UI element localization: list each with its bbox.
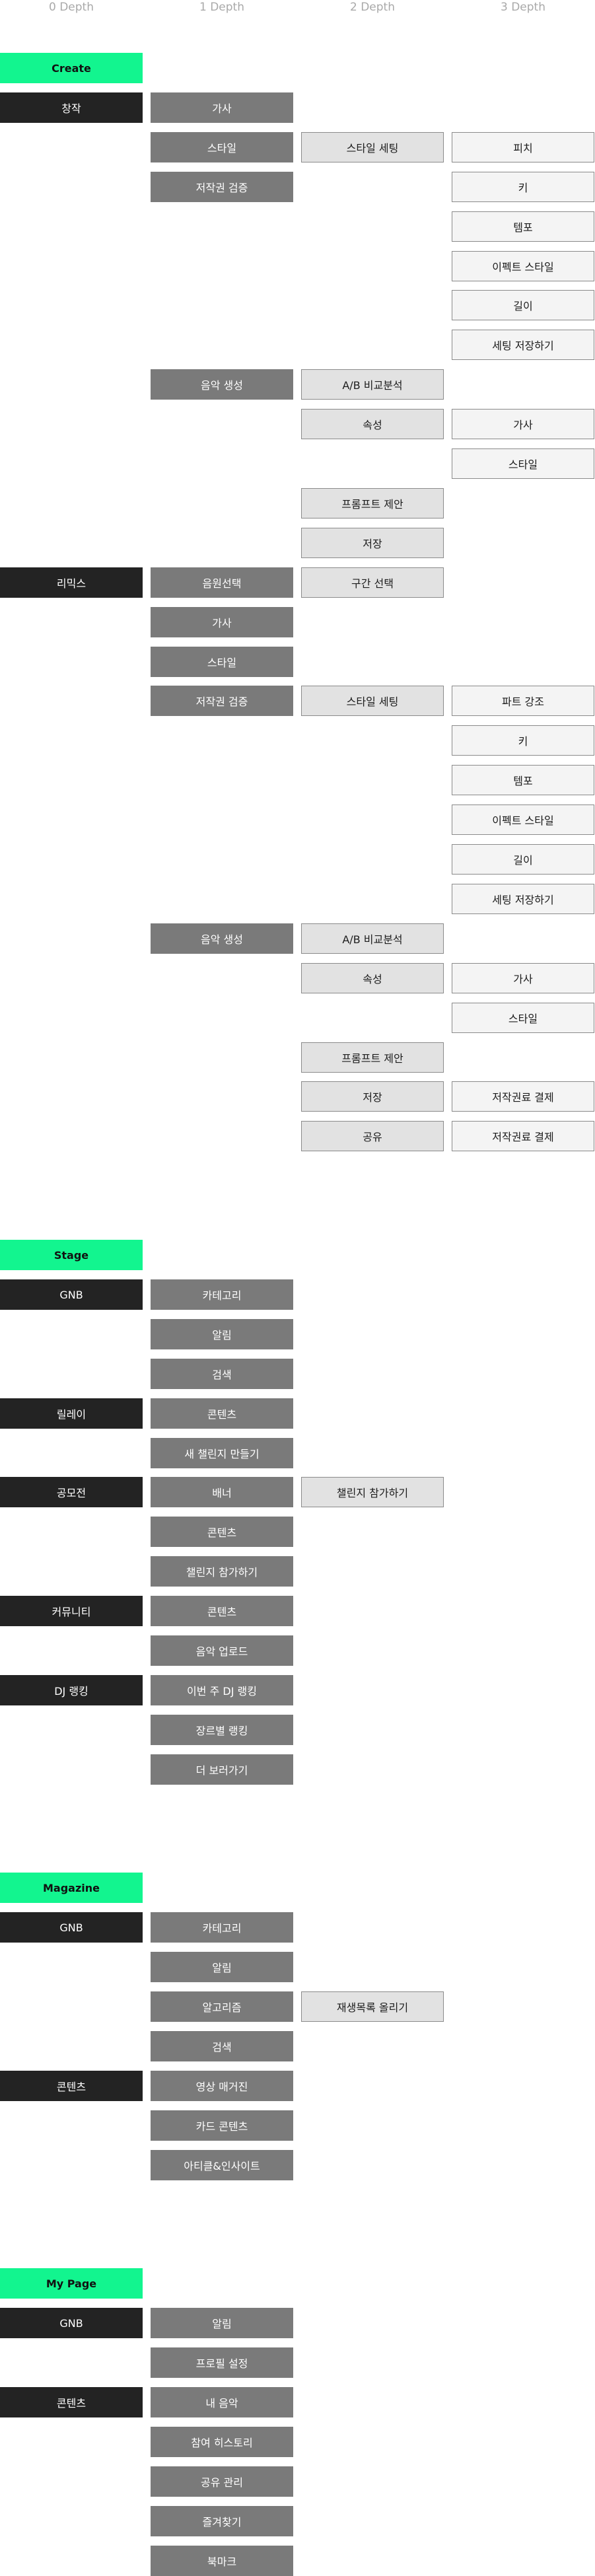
- depth1-node: 음원선택: [151, 567, 293, 598]
- depth0-node: 커뮤니티: [0, 1596, 143, 1626]
- depth2-node: 속성: [301, 409, 444, 439]
- depth1-node: 검색: [151, 2031, 293, 2061]
- depth3-node: 가사: [452, 963, 594, 993]
- depth3-node: 길이: [452, 844, 594, 875]
- depth1-node: 알림: [151, 1952, 293, 1982]
- depth1-node: 내 음악: [151, 2387, 293, 2417]
- depth1-node: 프로필 설정: [151, 2347, 293, 2378]
- depth1-node: 알고리즘: [151, 1991, 293, 2022]
- depth1-node: 챌린지 참가하기: [151, 1556, 293, 1587]
- depth1-node: 검색: [151, 1359, 293, 1389]
- depth1-node: 저작권 검증: [151, 172, 293, 202]
- depth1-node: 즐겨찾기: [151, 2506, 293, 2536]
- depth2-node: 챌린지 참가하기: [301, 1477, 444, 1507]
- depth1-node: 새 챌린지 만들기: [151, 1438, 293, 1468]
- depth0-node: GNB: [0, 2308, 143, 2338]
- depth0-node: 콘텐츠: [0, 2071, 143, 2101]
- depth2-node: 프롬프트 제안: [301, 1042, 444, 1073]
- depth1-node: 카테고리: [151, 1279, 293, 1310]
- depth2-node: 재생목록 올리기: [301, 1991, 444, 2022]
- depth0-node: GNB: [0, 1279, 143, 1310]
- depth1-node: 콘텐츠: [151, 1398, 293, 1429]
- depth1-node: 콘텐츠: [151, 1517, 293, 1547]
- depth3-node: 템포: [452, 765, 594, 795]
- depth3-node: 이펙트 스타일: [452, 251, 594, 281]
- depth2-node: 속성: [301, 963, 444, 993]
- depth3-node: 가사: [452, 409, 594, 439]
- depth1-node: 알림: [151, 2308, 293, 2338]
- depth1-node: 공유 관리: [151, 2466, 293, 2497]
- depth0-node: 릴레이: [0, 1398, 143, 1429]
- section-header: Magazine: [0, 1873, 143, 1903]
- depth0-node: DJ 랭킹: [0, 1675, 143, 1705]
- depth3-node: 파트 강조: [452, 686, 594, 716]
- header-depth-3: 3 Depth: [501, 1, 545, 14]
- depth1-node: 북마크: [151, 2546, 293, 2576]
- depth3-node: 세팅 저장하기: [452, 330, 594, 360]
- depth3-node: 스타일: [452, 448, 594, 479]
- depth1-node: 아티클&인사이트: [151, 2150, 293, 2180]
- header-depth-2: 2 Depth: [350, 1, 395, 14]
- depth1-node: 저작권 검증: [151, 686, 293, 716]
- depth1-node: 장르별 랭킹: [151, 1715, 293, 1745]
- depth1-node: 이번 주 DJ 랭킹: [151, 1675, 293, 1705]
- depth3-node: 길이: [452, 290, 594, 320]
- depth3-node: 피치: [452, 132, 594, 162]
- depth3-node: 스타일: [452, 1003, 594, 1033]
- depth2-node: 스타일 세팅: [301, 686, 444, 716]
- depth1-node: 카드 콘텐츠: [151, 2110, 293, 2141]
- depth0-node: 콘텐츠: [0, 2387, 143, 2417]
- depth1-node: 음악 업로드: [151, 1635, 293, 1666]
- section-header: My Page: [0, 2268, 143, 2299]
- depth0-node: 창작: [0, 92, 143, 123]
- depth1-node: 알림: [151, 1319, 293, 1349]
- depth1-node: 스타일: [151, 132, 293, 162]
- depth1-node: 음악 생성: [151, 923, 293, 954]
- header-depth-1: 1 Depth: [199, 1, 244, 14]
- depth1-node: 음악 생성: [151, 369, 293, 400]
- depth3-node: 템포: [452, 211, 594, 242]
- header-depth-0: 0 Depth: [49, 1, 94, 14]
- depth0-node: 리믹스: [0, 567, 143, 598]
- depth2-node: 스타일 세팅: [301, 132, 444, 162]
- depth1-node: 참여 히스토리: [151, 2427, 293, 2457]
- depth0-node: 공모전: [0, 1477, 143, 1507]
- depth1-node: 가사: [151, 92, 293, 123]
- depth2-node: 구간 선택: [301, 567, 444, 598]
- depth2-node: 저장: [301, 1081, 444, 1112]
- depth2-node: A/B 비교분석: [301, 923, 444, 954]
- section-header: Create: [0, 53, 143, 83]
- depth3-node: 세팅 저장하기: [452, 884, 594, 914]
- depth1-node: 더 보러가기: [151, 1754, 293, 1785]
- depth2-node: 프롬프트 제안: [301, 488, 444, 519]
- depth1-node: 영상 매거진: [151, 2071, 293, 2101]
- depth3-node: 저작권료 결제: [452, 1081, 594, 1112]
- depth3-node: 키: [452, 725, 594, 756]
- depth1-node: 콘텐츠: [151, 1596, 293, 1626]
- depth1-node: 배너: [151, 1477, 293, 1507]
- depth3-node: 키: [452, 172, 594, 202]
- depth3-node: 이펙트 스타일: [452, 805, 594, 835]
- depth2-node: 저장: [301, 528, 444, 558]
- depth2-node: A/B 비교분석: [301, 369, 444, 400]
- depth0-node: GNB: [0, 1912, 143, 1943]
- section-header: Stage: [0, 1240, 143, 1270]
- depth1-node: 가사: [151, 607, 293, 637]
- depth2-node: 공유: [301, 1121, 444, 1151]
- depth1-node: 스타일: [151, 647, 293, 677]
- depth1-node: 카테고리: [151, 1912, 293, 1943]
- depth3-node: 저작권료 결제: [452, 1121, 594, 1151]
